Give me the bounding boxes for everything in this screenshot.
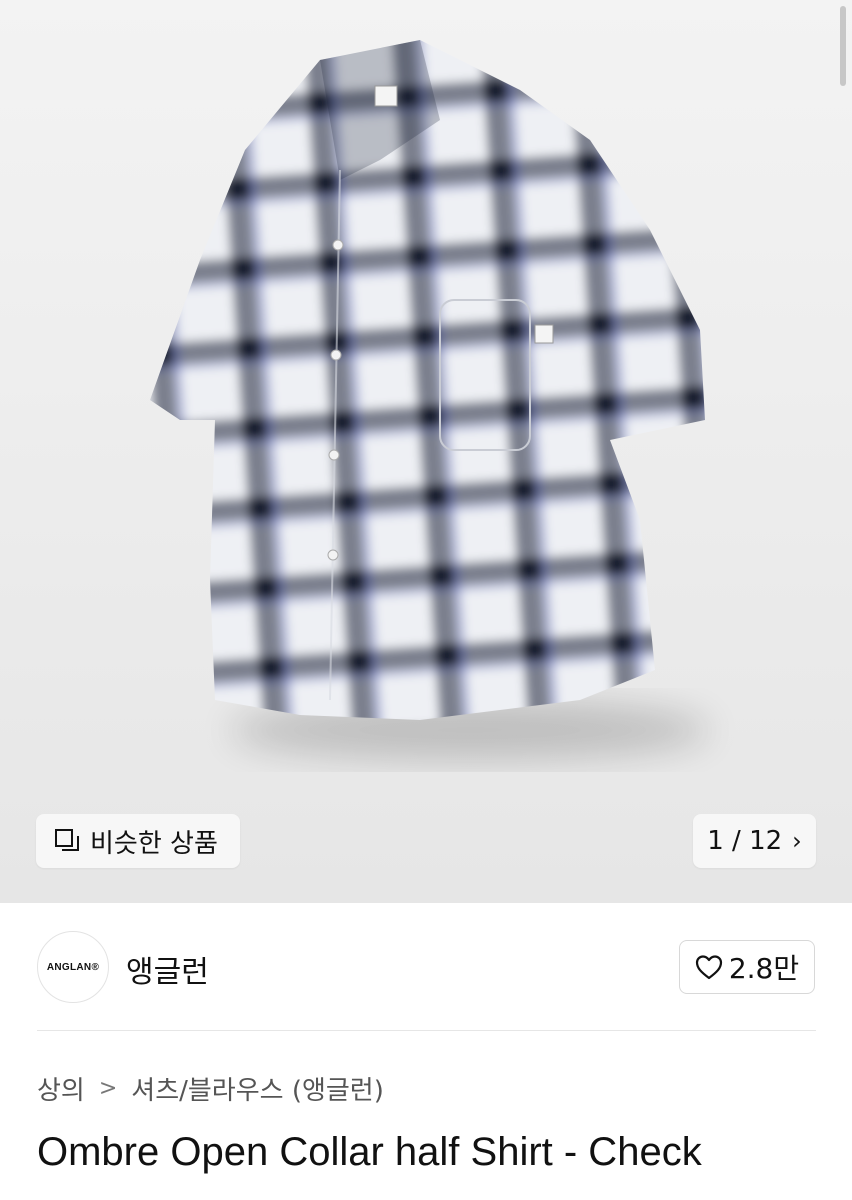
brand-logo[interactable]: ANGLAN® [37, 931, 109, 1003]
brand-logo-text: ANGLAN® [46, 961, 100, 973]
similar-items-icon [55, 829, 79, 851]
similar-products-button[interactable]: 비슷한 상품 [36, 814, 240, 868]
breadcrumb-category[interactable]: 상의 [37, 1070, 85, 1107]
chevron-right-icon: › [792, 827, 802, 855]
similar-products-label: 비슷한 상품 [90, 828, 218, 859]
image-counter-button[interactable]: 1 / 12 › [693, 814, 816, 868]
scrollbar[interactable] [840, 6, 846, 86]
brand-name[interactable]: 앵글런 [126, 947, 209, 991]
product-title: Ombre Open Collar half Shirt - Check [37, 1130, 702, 1174]
breadcrumb: 상의 > 셔츠/블라우스 (앵글런) [37, 1070, 384, 1107]
chevron-right-icon: > [98, 1076, 118, 1101]
breadcrumb-subcategory[interactable]: 셔츠/블라우스 (앵글런) [131, 1070, 384, 1107]
like-button[interactable]: 2.8만 [679, 940, 815, 994]
like-count: 2.8만 [728, 952, 800, 985]
product-image [150, 40, 710, 760]
image-counter: 1 / 12 [707, 826, 783, 856]
product-image-gallery[interactable]: 비슷한 상품 1 / 12 › [0, 0, 852, 903]
heart-icon [695, 955, 722, 980]
divider [37, 1030, 816, 1031]
